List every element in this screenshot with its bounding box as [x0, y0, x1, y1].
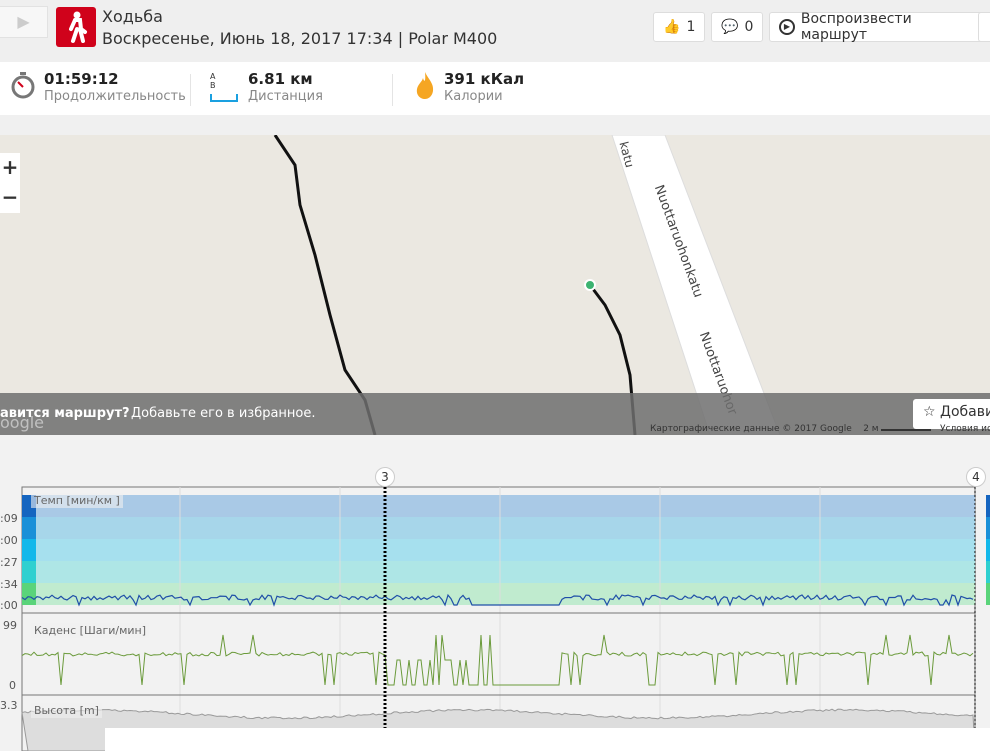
divider	[190, 74, 191, 106]
duration-value: 01:59:12	[44, 70, 119, 88]
pace-zone-band	[22, 583, 975, 605]
charts-area: 3 4 Темп [мин/км ] :09 :00 :27 :34 :00 К…	[0, 435, 990, 751]
terms-link[interactable]: Условия ис	[940, 424, 990, 434]
calories-value: 391 кКал	[444, 70, 525, 88]
pace-zone-indicator	[22, 539, 36, 561]
distance-stat: A B 6.81 км Дистанция	[210, 70, 323, 104]
distance-value: 6.81 км	[248, 70, 313, 88]
pace-tick: :09	[0, 512, 18, 525]
stopwatch-icon	[11, 72, 35, 99]
replay-route-button[interactable]: ▶ Воспроизвести маршрут	[769, 11, 990, 43]
replay-label: Воспроизвести маршрут	[800, 11, 912, 43]
pace-zone-indicator	[986, 583, 990, 605]
walking-icon	[56, 7, 96, 47]
activity-title: Ходьба	[102, 7, 163, 26]
comment-icon: 💬	[721, 19, 739, 35]
flame-icon	[416, 72, 434, 99]
pace-zone-indicator	[986, 495, 990, 517]
calories-label: Калории	[444, 89, 503, 104]
cadence-label: Каденс [Шаги/мин]	[31, 623, 150, 638]
thumbs-up-icon: 👍	[663, 19, 681, 35]
distance-icon: A B	[210, 70, 240, 104]
duration-stat: 01:59:12 Продолжительность	[10, 70, 186, 104]
map-attribution: Картографические данные © 2017 Google 2 …	[650, 424, 990, 434]
pace-label: Темп [мин/км ]	[31, 493, 123, 508]
pace-zone-band	[22, 495, 975, 517]
pace-tick: :00	[0, 534, 18, 547]
pace-tick: :00	[0, 599, 18, 612]
altitude-max: 3.3	[0, 699, 18, 712]
zoom-out-button[interactable]: −	[0, 183, 20, 213]
pace-zone-indicator	[22, 517, 36, 539]
map-scale: 2 м	[863, 424, 879, 434]
lap-marker[interactable]: 3	[375, 467, 395, 487]
prompt-text: Добавьте его в избранное.	[131, 406, 316, 421]
zoom-in-button[interactable]: +	[0, 153, 20, 183]
blank-area	[105, 728, 990, 751]
calories-stat: 391 кКал Калории	[414, 70, 524, 104]
cadence-max: 99	[3, 619, 17, 632]
pace-tick: :34	[0, 578, 18, 591]
pace-zone-indicator	[986, 539, 990, 561]
pace-zone-band	[22, 517, 975, 539]
route-map[interactable]: katu Nuottaruohonkatu Nuottaruohor + − а…	[0, 135, 990, 435]
divider	[392, 74, 393, 106]
google-logo: oogle	[0, 413, 45, 432]
altitude-label: Высота [m]	[31, 703, 102, 718]
pace-zone-band	[22, 539, 975, 561]
duration-label: Продолжительность	[44, 89, 186, 104]
play-circle-icon: ▶	[779, 19, 795, 35]
sidebar-toggle-button[interactable]: ▶	[0, 6, 48, 38]
lap-marker[interactable]: 4	[966, 467, 986, 487]
start-marker	[584, 279, 596, 291]
charts-svg[interactable]	[0, 435, 990, 751]
like-button[interactable]: 👍 1	[653, 12, 706, 42]
stats-bar: 01:59:12 Продолжительность A B 6.81 км Дис…	[0, 62, 990, 115]
activity-header: ▶ Ходьба Воскресенье, Июнь 18, 2017 17:3…	[0, 0, 990, 62]
more-button[interactable]	[978, 12, 990, 42]
activity-subtitle: Воскресенье, Июнь 18, 2017 17:34 | Polar…	[102, 29, 498, 48]
pace-zone-indicator	[22, 583, 36, 605]
like-count: 1	[686, 19, 696, 35]
pace-tick: :27	[0, 556, 18, 569]
distance-label: Дистанция	[248, 89, 323, 104]
pace-zone-indicator	[986, 517, 990, 539]
pace-zone-band	[22, 561, 975, 583]
comment-button[interactable]: 💬 0	[711, 12, 764, 42]
pace-zone-indicator	[986, 561, 990, 583]
comment-count: 0	[744, 19, 754, 35]
star-icon: ☆	[923, 404, 936, 420]
cadence-min: 0	[9, 679, 16, 692]
pace-zone-indicator	[22, 561, 36, 583]
